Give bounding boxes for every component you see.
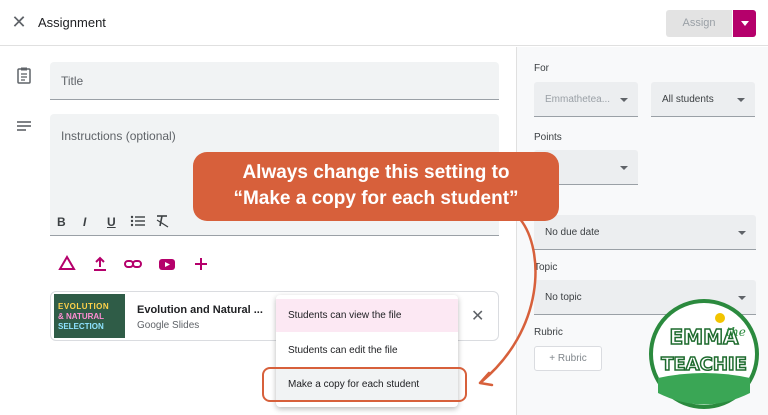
page-title: Assignment — [38, 15, 106, 30]
assign-options-dropdown[interactable] — [733, 10, 756, 37]
text-lines-icon — [17, 121, 31, 131]
remove-attachment-icon[interactable]: ✕ — [471, 306, 484, 326]
drive-icon[interactable] — [57, 254, 77, 274]
title-input[interactable]: Title — [50, 62, 499, 100]
attachment-type: Google Slides — [137, 320, 200, 331]
add-icon[interactable] — [191, 254, 211, 274]
close-icon[interactable]: ✕ — [10, 13, 28, 31]
callout-line-2: “Make a copy for each student” — [233, 188, 519, 209]
instruction-callout: Always change this setting to “Make a co… — [193, 152, 559, 221]
clipboard-icon — [17, 67, 31, 84]
due-value: No due date — [545, 227, 600, 238]
topic-value: No topic — [545, 292, 582, 303]
thumb-line-2: & NATURAL — [58, 312, 105, 321]
menu-item-view[interactable]: Students can view the file — [276, 299, 458, 332]
class-select[interactable]: Emmathetea... — [534, 82, 638, 117]
attachment-name: Evolution and Natural ... — [137, 304, 263, 316]
thumb-line-1: EVOLUTION — [58, 302, 110, 311]
logo-text-line-3: TEACHIE — [661, 354, 747, 375]
due-date-select[interactable]: No due date — [534, 215, 756, 250]
thumb-line-3: SELECTION — [58, 322, 104, 331]
for-label: For — [534, 63, 549, 74]
assign-button[interactable]: Assign — [666, 10, 732, 37]
add-rubric-button[interactable]: + Rubric — [534, 346, 602, 371]
copy-option-highlight — [262, 367, 467, 402]
callout-line-1: Always change this setting to — [242, 162, 510, 183]
clear-format-icon[interactable] — [155, 214, 170, 228]
title-placeholder: Title — [61, 74, 84, 88]
rubric-label: Rubric — [534, 327, 563, 338]
students-value: All students — [662, 94, 714, 105]
logo-text-line-2: the — [726, 325, 746, 339]
underline-button[interactable]: U — [107, 215, 116, 229]
bulleted-list-icon[interactable] — [130, 214, 146, 228]
emma-the-teachie-logo: EMMA the TEACHIE — [649, 299, 759, 409]
menu-item-edit[interactable]: Students can edit the file — [276, 334, 458, 367]
top-bar: ✕ Assignment Assign — [0, 0, 768, 46]
youtube-icon[interactable] — [157, 254, 177, 274]
class-value: Emmathetea... — [545, 94, 611, 105]
bold-button[interactable]: B — [57, 215, 66, 229]
slides-thumbnail: EVOLUTION & NATURAL SELECTION — [54, 294, 125, 338]
points-label: Points — [534, 132, 562, 143]
students-select[interactable]: All students — [651, 82, 755, 117]
link-icon[interactable] — [123, 254, 143, 274]
italic-button[interactable]: I — [83, 215, 86, 229]
bee-icon — [715, 313, 725, 323]
instructions-placeholder: Instructions (optional) — [61, 129, 176, 143]
topic-label: Topic — [534, 262, 558, 273]
upload-icon[interactable] — [90, 254, 110, 274]
